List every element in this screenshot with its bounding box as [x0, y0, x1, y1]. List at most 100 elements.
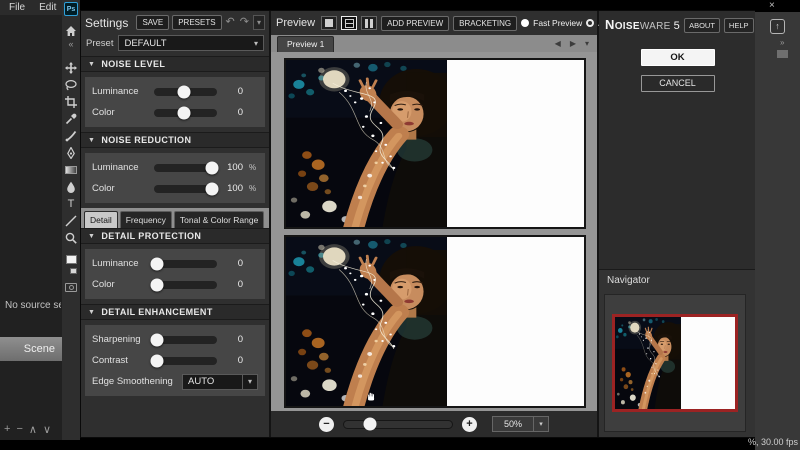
brush-tool-icon[interactable]: [62, 127, 80, 144]
presets-button[interactable]: PRESETS: [172, 15, 221, 30]
preset-select[interactable]: DEFAULT ▾: [118, 35, 264, 51]
ok-button[interactable]: OK: [641, 49, 715, 66]
single-view-icon: [325, 19, 333, 27]
preview-frame-filtered[interactable]: [284, 235, 586, 408]
slider-thumb[interactable]: [177, 85, 190, 98]
navigator-title: Navigator: [599, 270, 756, 291]
zoom-in-icon[interactable]: +: [4, 423, 10, 436]
section-noise-reduction[interactable]: ▼ NOISE REDUCTION: [81, 132, 269, 148]
menu-file[interactable]: File: [9, 2, 25, 13]
color-level-slider[interactable]: [154, 109, 217, 117]
tab-tonal-color-range[interactable]: Tonal & Color Range: [174, 211, 264, 228]
pen-tool-icon[interactable]: [62, 144, 80, 161]
eyedropper-tool-icon[interactable]: [62, 110, 80, 127]
zoom-tool-icon[interactable]: [62, 229, 80, 246]
preview-tab-bar: Preview 1 ◀ ▶ ▾: [271, 35, 597, 52]
section-title: DETAIL ENHANCEMENT: [101, 307, 212, 317]
tab-detail[interactable]: Detail: [84, 211, 118, 228]
collapse-panel-icon[interactable]: «: [68, 39, 73, 53]
add-preview-button[interactable]: ADD PREVIEW: [381, 16, 449, 31]
section-noise-level[interactable]: ▼ NOISE LEVEL: [81, 56, 269, 72]
vertical-split-view-button[interactable]: [361, 16, 377, 30]
foreground-color-swatch[interactable]: [66, 255, 77, 264]
slider-thumb[interactable]: [177, 106, 190, 119]
redo-icon[interactable]: ↷: [239, 17, 250, 28]
slider-thumb[interactable]: [151, 333, 164, 346]
share-icon[interactable]: ↑: [770, 19, 785, 34]
preview-image-filtered: [286, 237, 447, 406]
preset-label: Preset: [86, 38, 113, 49]
slider-row: Luminance 0: [92, 81, 258, 102]
preview-frame-original[interactable]: [284, 58, 586, 229]
gradient-tool-icon[interactable]: [62, 161, 80, 178]
help-button[interactable]: HELP: [724, 18, 754, 33]
color-reduction-slider[interactable]: [154, 185, 217, 193]
slider-label: Luminance: [92, 162, 148, 173]
hand-cursor-icon: [366, 390, 377, 401]
background-color-swatch[interactable]: [70, 268, 77, 274]
lasso-tool-icon[interactable]: [62, 76, 80, 93]
crop-tool-icon[interactable]: [62, 93, 80, 110]
chevron-down-icon: ▾: [533, 417, 548, 431]
slider-thumb[interactable]: [151, 278, 164, 291]
section-detail-protection[interactable]: ▼ DETAIL PROTECTION: [81, 228, 269, 244]
radio-on-icon: [521, 19, 529, 27]
slider-unit: %: [249, 184, 258, 193]
slider-thumb[interactable]: [151, 257, 164, 270]
edge-smoothening-select[interactable]: AUTO ▾: [182, 374, 258, 390]
zoom-slider[interactable]: [343, 420, 453, 429]
close-icon[interactable]: ×: [769, 0, 775, 11]
line-tool-icon[interactable]: [62, 212, 80, 229]
edge-smoothening-value: AUTO: [183, 376, 242, 387]
preview-viewport[interactable]: [271, 52, 597, 411]
zoom-slider-thumb[interactable]: [363, 418, 376, 431]
luminance-protection-slider[interactable]: [154, 260, 217, 268]
expand-panel-icon[interactable]: »: [780, 38, 784, 47]
horizontal-split-view-button[interactable]: [341, 16, 357, 30]
navigator-thumbnail[interactable]: [612, 314, 738, 412]
section-arrow-icon: ▼: [88, 61, 95, 68]
arrow-down-icon[interactable]: ∨: [43, 423, 51, 436]
noise-level-box: Luminance 0 Color 0: [85, 77, 265, 127]
cancel-button[interactable]: CANCEL: [641, 75, 715, 92]
contrast-slider[interactable]: [154, 357, 217, 365]
zoom-out-icon[interactable]: −: [16, 423, 22, 436]
history-dropdown-icon[interactable]: ▾: [253, 15, 265, 30]
sharpening-slider[interactable]: [154, 336, 217, 344]
type-tool-icon[interactable]: T: [62, 195, 80, 212]
tab-next-icon[interactable]: ▶: [570, 39, 576, 48]
tab-frequency[interactable]: Frequency: [120, 211, 172, 228]
fast-preview-option[interactable]: Fast Preview: [521, 18, 582, 28]
zoom-in-button[interactable]: +: [462, 417, 477, 432]
bracketing-button[interactable]: BRACKETING: [453, 16, 517, 31]
titlebar-strip: [755, 0, 800, 12]
about-button[interactable]: ABOUT: [684, 18, 720, 33]
zoom-out-button[interactable]: −: [319, 417, 334, 432]
luminance-level-slider[interactable]: [154, 88, 217, 96]
save-button[interactable]: SAVE: [136, 15, 169, 30]
slider-row: Contrast 0: [92, 350, 258, 371]
slider-thumb[interactable]: [151, 354, 164, 367]
tab-prev-icon[interactable]: ◀: [555, 39, 561, 48]
single-view-button[interactable]: [321, 16, 337, 30]
luminance-reduction-slider[interactable]: [154, 164, 217, 172]
blur-tool-icon[interactable]: [62, 178, 80, 195]
undo-icon[interactable]: ↶: [225, 17, 236, 28]
arrow-up-icon[interactable]: ∧: [29, 423, 37, 436]
tab-preview-1[interactable]: Preview 1: [277, 36, 334, 52]
fast-preview-label: Fast Preview: [533, 18, 582, 28]
slider-thumb[interactable]: [205, 161, 218, 174]
section-detail-enhancement[interactable]: ▼ DETAIL ENHANCEMENT: [81, 304, 269, 320]
zoom-level-select[interactable]: 50% ▾: [492, 416, 549, 432]
quick-mask-icon[interactable]: [65, 283, 77, 292]
zoom-level-value: 50%: [493, 417, 533, 431]
scene-button[interactable]: Scene: [0, 337, 62, 361]
move-tool-icon[interactable]: [62, 59, 80, 76]
tab-menu-icon[interactable]: ▾: [585, 39, 589, 48]
horizontal-split-icon: [345, 19, 354, 28]
menu-edit[interactable]: Edit: [39, 2, 56, 13]
home-icon[interactable]: [62, 22, 80, 39]
color-protection-slider[interactable]: [154, 281, 217, 289]
slider-row: Color 100 %: [92, 178, 258, 199]
slider-thumb[interactable]: [205, 182, 218, 195]
